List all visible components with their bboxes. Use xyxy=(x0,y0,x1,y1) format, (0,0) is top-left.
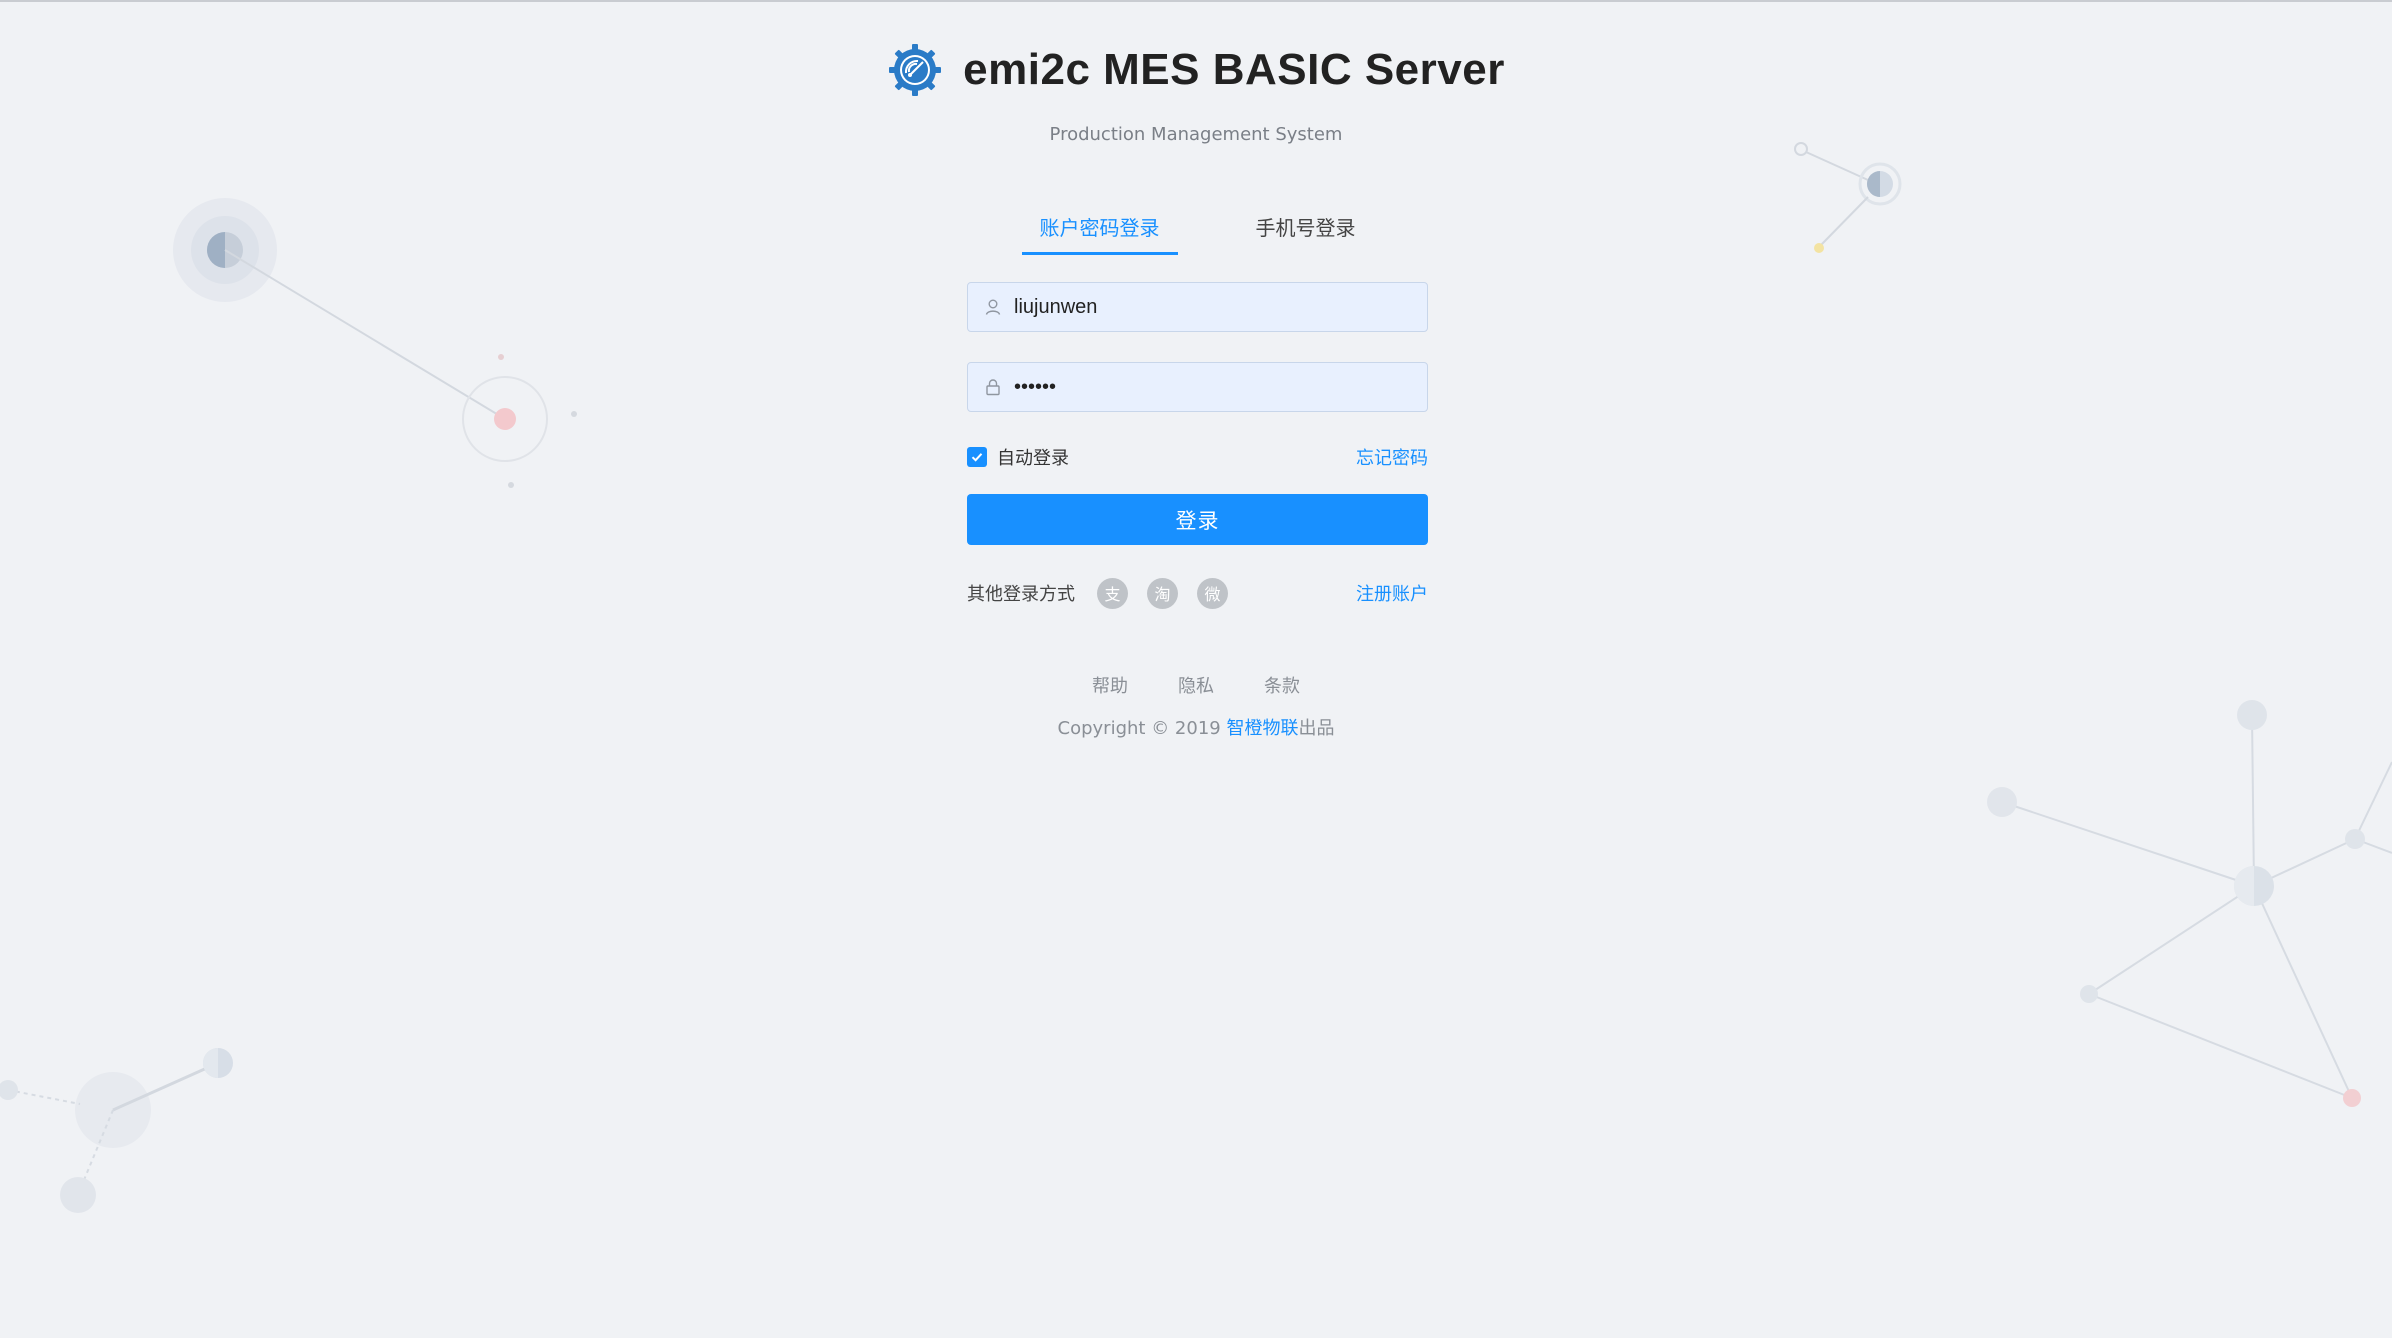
company-link[interactable]: 智橙物联 xyxy=(1226,718,1298,739)
footer: 帮助 隐私 条款 Copyright © 2019 智橙物联出品 xyxy=(0,672,2392,740)
login-page: emi2c MES BASIC Server Production Manage… xyxy=(0,0,2392,1338)
footer-link-privacy[interactable]: 隐私 xyxy=(1178,672,1214,698)
social-login-icons: 支 淘 微 xyxy=(1097,577,1228,609)
auto-login-label: 自动登录 xyxy=(997,448,1069,469)
weibo-icon[interactable]: 微 xyxy=(1197,577,1228,609)
login-button[interactable]: 登录 xyxy=(967,494,1428,545)
password-field[interactable] xyxy=(967,362,1428,412)
login-panel: 账户密码登录 手机号登录 自动登录 忘记密码 xyxy=(967,202,1428,611)
remember-row: 自动登录 忘记密码 xyxy=(967,442,1428,472)
tab-account-password[interactable]: 账户密码登录 xyxy=(1021,202,1178,255)
footer-links: 帮助 隐私 条款 xyxy=(1092,672,1300,698)
footer-link-terms[interactable]: 条款 xyxy=(1264,672,1300,698)
taobao-icon[interactable]: 淘 xyxy=(1147,577,1178,609)
copyright-prefix: Copyright xyxy=(1057,718,1152,739)
username-field[interactable] xyxy=(967,282,1428,332)
app-subtitle: Production Management System xyxy=(1049,124,1343,145)
gear-wifi-logo-icon xyxy=(889,44,942,96)
auto-login-checkbox[interactable]: 自动登录 xyxy=(967,444,1069,470)
copyright-icon: © xyxy=(1151,718,1170,739)
alipay-icon[interactable]: 支 xyxy=(1097,577,1128,609)
forgot-password-link[interactable]: 忘记密码 xyxy=(1356,444,1428,470)
tab-phone[interactable]: 手机号登录 xyxy=(1238,202,1374,252)
copyright: Copyright © 2019 智橙物联出品 xyxy=(0,714,2392,740)
lock-icon xyxy=(986,379,1000,396)
checkbox-checked-icon[interactable] xyxy=(967,447,987,467)
username-input[interactable] xyxy=(1012,286,1416,328)
other-login-label: 其他登录方式 xyxy=(967,584,1075,605)
user-icon xyxy=(985,299,1001,315)
password-input[interactable] xyxy=(1012,366,1416,408)
brand: emi2c MES BASIC Server xyxy=(887,42,1505,98)
footer-link-help[interactable]: 帮助 xyxy=(1092,672,1128,698)
copyright-suffix: 出品 xyxy=(1298,718,1335,739)
app-title: emi2c MES BASIC Server xyxy=(963,45,1505,94)
header: emi2c MES BASIC Server Production Manage… xyxy=(0,42,2392,145)
other-login-row: 其他登录方式 支 淘 微 注册账户 xyxy=(967,575,1428,611)
register-link[interactable]: 注册账户 xyxy=(1356,580,1428,606)
login-tabs: 账户密码登录 手机号登录 xyxy=(967,202,1428,255)
copyright-year: 2019 xyxy=(1169,718,1227,739)
